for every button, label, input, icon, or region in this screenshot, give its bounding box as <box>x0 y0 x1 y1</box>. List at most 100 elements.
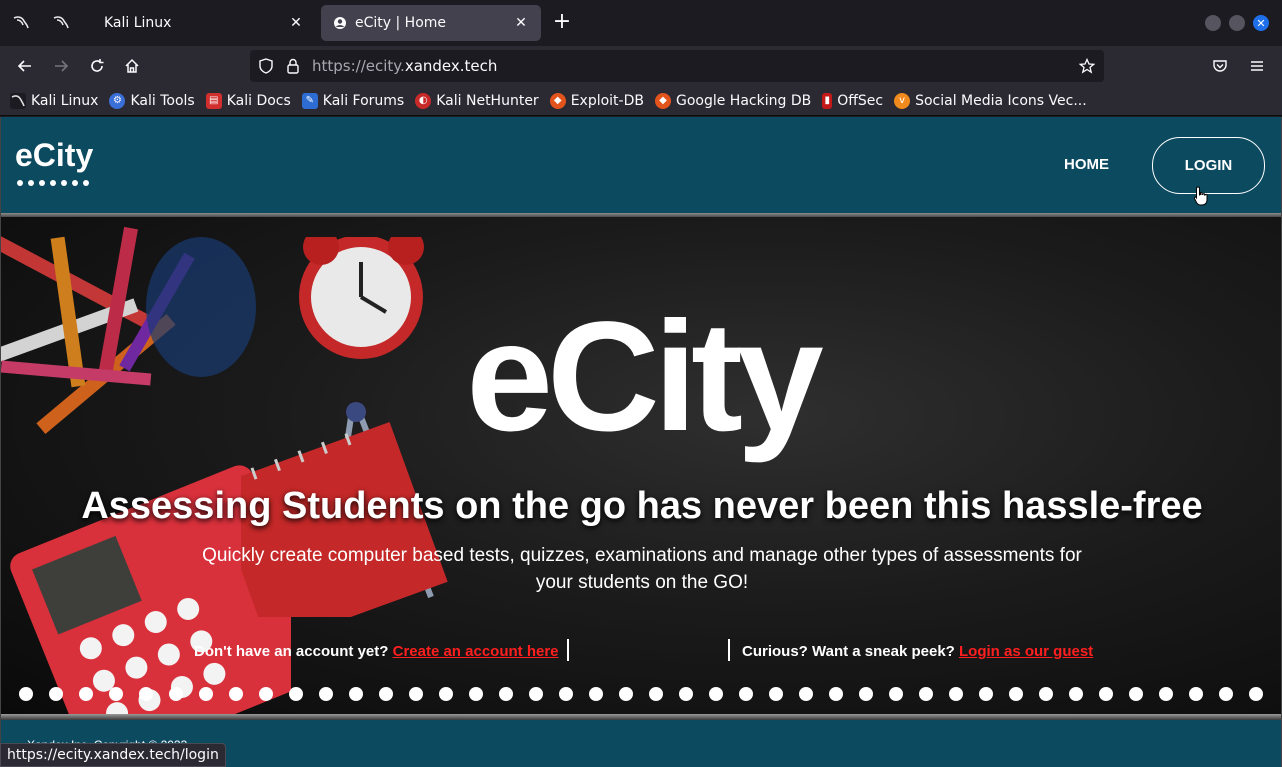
decorative-dot <box>19 687 33 701</box>
reload-button[interactable] <box>85 54 109 78</box>
app-menu-button[interactable] <box>1245 54 1269 78</box>
signup-prompt: Don't have an account yet? Create an acc… <box>194 643 559 660</box>
create-account-link[interactable]: Create an account here <box>393 643 559 660</box>
decorative-dot <box>529 687 543 701</box>
close-icon[interactable]: ✕ <box>288 15 304 31</box>
address-bar[interactable]: https://ecity.xandex.tech <box>250 50 1104 82</box>
decorative-dot <box>1159 687 1173 701</box>
decorative-dot <box>709 687 723 701</box>
window-close-button[interactable]: ✕ <box>1253 15 1269 31</box>
browser-tab-bar: Kali Linux ✕ eCity | Home ✕ + ✕ <box>0 0 1282 46</box>
decorative-dot <box>259 687 273 701</box>
decorative-dot <box>1039 687 1053 701</box>
shield-icon[interactable] <box>258 58 274 74</box>
url-text: https://ecity.xandex.tech <box>312 57 498 75</box>
web-page: eCity HOME LOGIN eCity Assessing Student… <box>0 117 1282 767</box>
home-icon <box>125 58 139 73</box>
decorative-dot <box>889 687 903 701</box>
decorative-dot <box>439 687 453 701</box>
bookmark-google-hacking-db[interactable]: ◆ Google Hacking DB <box>654 92 811 109</box>
decorative-dot <box>1069 687 1083 701</box>
decorative-dot <box>169 687 183 701</box>
arrow-right-icon <box>55 60 69 72</box>
hamburger-menu-icon <box>1251 61 1263 71</box>
decorative-dot <box>679 687 693 701</box>
decorative-dot <box>859 687 873 701</box>
browser-nav-bar: https://ecity.xandex.tech <box>0 46 1282 86</box>
back-button[interactable] <box>13 54 37 78</box>
hand-cursor-icon <box>1193 186 1208 206</box>
maximize-button[interactable] <box>1229 15 1245 31</box>
pocket-icon <box>1213 60 1227 72</box>
divider <box>728 639 730 661</box>
decorative-dot <box>559 687 573 701</box>
decorative-dot <box>349 687 363 701</box>
decorative-dot <box>1009 687 1023 701</box>
exploit-db-icon: ◆ <box>549 92 566 109</box>
decorative-dot <box>199 687 213 701</box>
tab-title: eCity | Home <box>355 15 447 31</box>
bookmark-kali-tools[interactable]: ⚙ Kali Tools <box>109 92 195 109</box>
logo-dots <box>17 180 89 186</box>
guest-prompt: Curious? Want a sneak peek? Login as our… <box>742 643 1094 660</box>
hero-subtitle: Quickly create computer based tests, qui… <box>202 545 1082 593</box>
decorative-dot <box>469 687 483 701</box>
new-tab-button[interactable]: + <box>550 11 574 35</box>
bookmark-kali-forums[interactable]: ✎ Kali Forums <box>301 92 404 109</box>
offsec-icon: ▮ <box>822 92 833 109</box>
kali-docs-icon: ▤ <box>205 92 222 109</box>
kali-dragon-icon <box>10 92 26 109</box>
hero-section: eCity Assessing Students on the go has n… <box>1 217 1281 714</box>
decorative-dot <box>409 687 423 701</box>
decorative-dot <box>1189 687 1203 701</box>
bookmark-kali-docs[interactable]: ▤ Kali Docs <box>205 92 291 109</box>
site-header: eCity HOME LOGIN <box>1 117 1281 213</box>
bookmark-kali-linux[interactable]: Kali Linux <box>10 92 98 109</box>
ghdb-icon: ◆ <box>654 92 671 109</box>
decorative-dot <box>289 687 303 701</box>
kali-tab-icon[interactable] <box>48 10 74 36</box>
kali-tools-icon: ⚙ <box>109 92 126 109</box>
divider <box>567 639 569 661</box>
pocket-button[interactable] <box>1208 54 1232 78</box>
kali-forums-icon: ✎ <box>301 92 318 109</box>
decorative-dot <box>79 687 93 701</box>
decorative-dot <box>499 687 513 701</box>
bookmarks-toolbar: Kali Linux ⚙ Kali Tools ▤ Kali Docs ✎ Kali … <box>0 86 1282 116</box>
site-logo[interactable]: eCity <box>15 137 93 174</box>
decorative-dot <box>649 687 663 701</box>
nethunter-icon: ◐ <box>415 92 432 109</box>
decorative-dot <box>949 687 963 701</box>
bookmark-exploit-db[interactable]: ◆ Exploit-DB <box>549 92 644 109</box>
hero-logo: eCity <box>466 290 823 464</box>
decorative-dot <box>229 687 243 701</box>
decorative-dot <box>49 687 63 701</box>
decorative-dots-row <box>19 687 1263 701</box>
guest-login-link[interactable]: Login as our guest <box>959 643 1093 660</box>
minimize-button[interactable] <box>1205 15 1221 31</box>
bookmark-offsec[interactable]: ▮ OffSec <box>822 92 883 109</box>
close-icon[interactable]: ✕ <box>513 15 529 31</box>
kali-menu-icon[interactable] <box>8 10 34 36</box>
nav-home-link[interactable]: HOME <box>1064 156 1109 173</box>
globe-icon <box>334 17 346 29</box>
decorative-dot <box>319 687 333 701</box>
decorative-dot <box>139 687 153 701</box>
tab-kali-linux[interactable]: Kali Linux ✕ <box>84 5 316 41</box>
bookmark-star-icon[interactable] <box>1079 58 1095 74</box>
lock-icon[interactable] <box>286 58 300 74</box>
home-button[interactable] <box>120 54 144 78</box>
decorative-dot <box>1249 687 1263 701</box>
decorative-dot <box>979 687 993 701</box>
bookmark-social-media-icons[interactable]: v Social Media Icons Vec... <box>894 92 1087 109</box>
decorative-dot <box>109 687 123 701</box>
vecteezy-icon: v <box>894 92 911 109</box>
hero-title: Assessing Students on the go has never b… <box>81 485 1203 527</box>
decorative-dot <box>799 687 813 701</box>
decorative-dot <box>1219 687 1233 701</box>
arrow-left-icon <box>17 60 31 72</box>
tab-ecity-home[interactable]: eCity | Home ✕ <box>321 5 541 41</box>
forward-button[interactable] <box>49 54 73 78</box>
bookmark-kali-nethunter[interactable]: ◐ Kali NetHunter <box>415 92 539 109</box>
decorative-dot <box>619 687 633 701</box>
